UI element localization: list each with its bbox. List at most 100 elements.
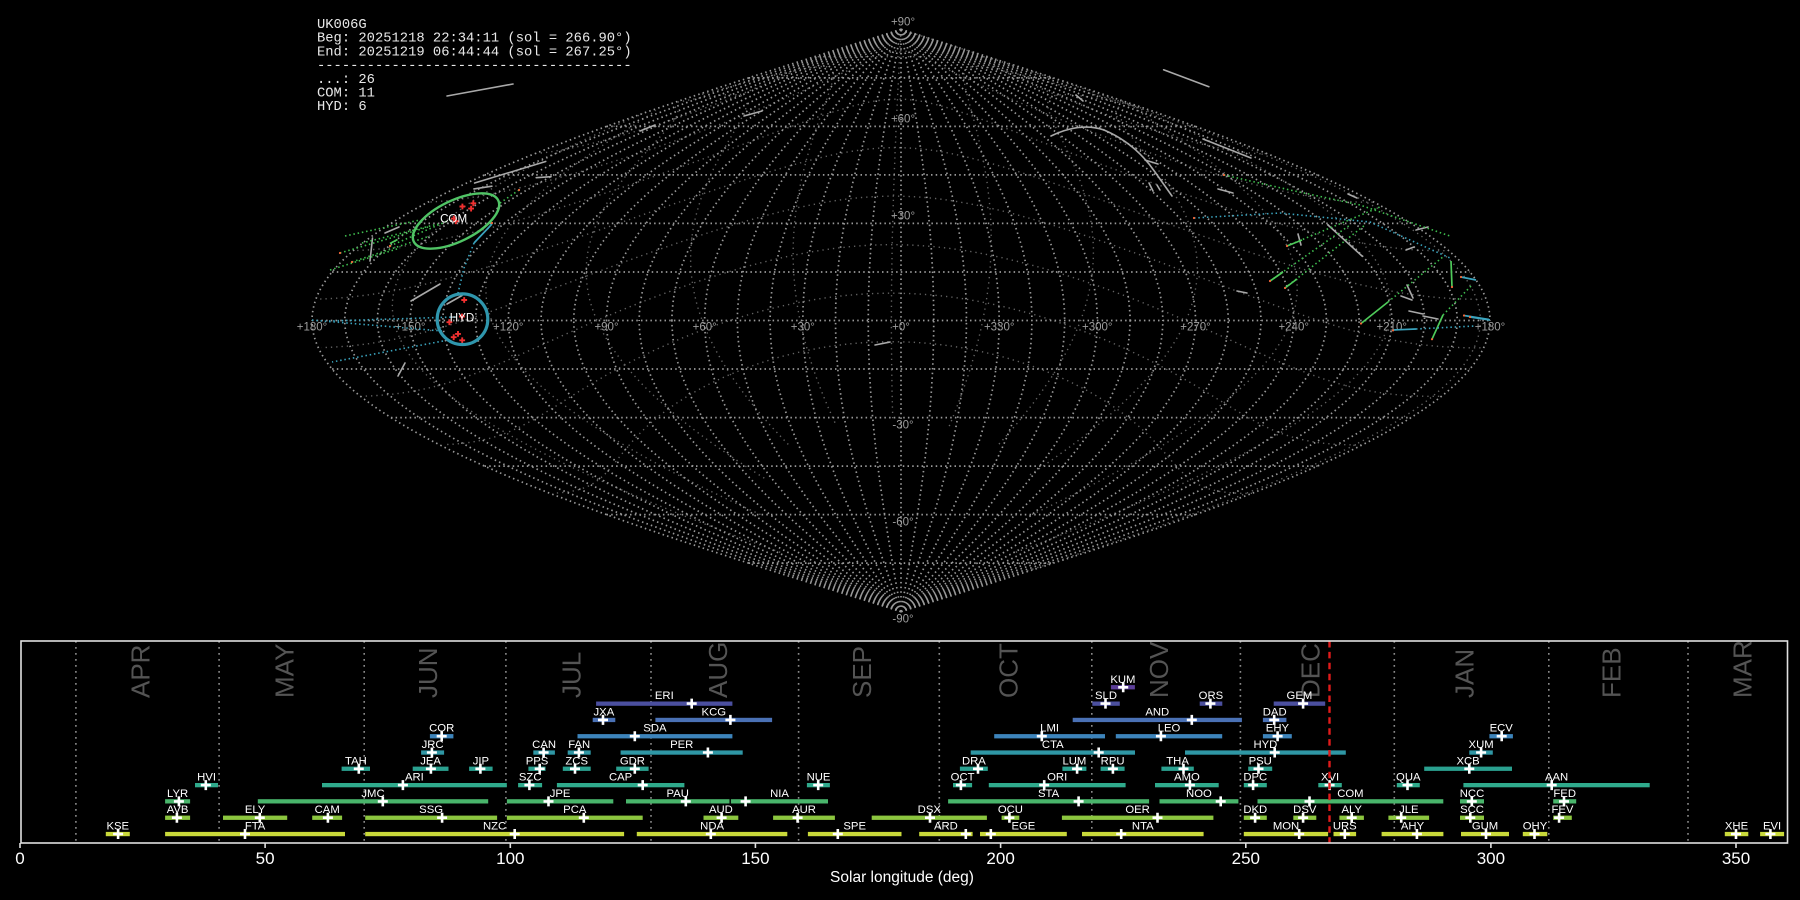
svg-text:Beg: 20251218 22:34:11 (sol =: Beg: 20251218 22:34:11 (sol = 266.90°) (317, 31, 632, 47)
svg-text:MON: MON (1273, 821, 1299, 833)
svg-text:TAH: TAH (345, 755, 367, 767)
svg-text:+90°: +90° (594, 322, 618, 334)
svg-text:DSV: DSV (1293, 804, 1317, 816)
svg-text:PSU: PSU (1249, 755, 1272, 767)
svg-text:+60°: +60° (891, 113, 915, 125)
svg-text:FED: FED (1553, 788, 1576, 800)
svg-text:150: 150 (741, 849, 769, 868)
svg-text:JUN: JUN (413, 647, 443, 698)
svg-text:SSG: SSG (419, 804, 443, 816)
svg-text:URS: URS (1333, 821, 1357, 833)
svg-text:SLD: SLD (1095, 690, 1117, 702)
svg-text:OCU: OCU (998, 804, 1023, 816)
svg-text:GEM: GEM (1287, 690, 1313, 702)
svg-text:XUM: XUM (1469, 739, 1494, 751)
svg-text:+180°: +180° (1475, 322, 1506, 334)
svg-text:HYD: HYD (450, 312, 474, 325)
svg-text:ZCS: ZCS (565, 755, 588, 767)
svg-text:AAN: AAN (1545, 772, 1568, 784)
svg-text:SCC: SCC (1460, 804, 1484, 816)
svg-text:OER: OER (1125, 804, 1149, 816)
svg-text:SEP: SEP (847, 646, 877, 698)
svg-text:HVI: HVI (197, 772, 216, 784)
svg-text:+60°: +60° (693, 322, 717, 334)
svg-text:HYD: HYD (1253, 739, 1277, 751)
svg-text:NZC: NZC (483, 821, 506, 833)
svg-text:NDA: NDA (700, 821, 724, 833)
svg-text:PAU: PAU (667, 788, 689, 800)
svg-text:PER: PER (670, 739, 693, 751)
svg-text:AMO: AMO (1174, 772, 1200, 784)
svg-text:+180°: +180° (297, 322, 328, 334)
svg-text:NOO: NOO (1186, 788, 1212, 800)
svg-text:XCB: XCB (1456, 755, 1479, 767)
svg-text:JLE: JLE (1399, 804, 1419, 816)
svg-text:JAN: JAN (1450, 649, 1480, 698)
svg-text:JUL: JUL (557, 652, 587, 698)
svg-text:ORI: ORI (1047, 772, 1067, 784)
svg-text:GDR: GDR (620, 755, 645, 767)
svg-text:FEB: FEB (1596, 647, 1626, 698)
svg-text:+210°: +210° (1377, 322, 1408, 334)
svg-text:AHY: AHY (1401, 821, 1425, 833)
svg-text:JMC: JMC (361, 788, 384, 800)
svg-text:350: 350 (1722, 849, 1750, 868)
svg-text:50: 50 (256, 849, 275, 868)
svg-text:NCC: NCC (1460, 788, 1484, 800)
svg-text:CAM: CAM (315, 804, 340, 816)
svg-text:CAP: CAP (609, 772, 632, 784)
svg-text:LUM: LUM (1062, 755, 1086, 767)
svg-text:-30°: -30° (892, 420, 913, 432)
svg-text:XHE: XHE (1725, 821, 1749, 833)
svg-text:Solar longitude (deg): Solar longitude (deg) (830, 869, 974, 886)
svg-text:FAN: FAN (568, 739, 590, 751)
svg-text:KUM: KUM (1110, 674, 1135, 686)
svg-text:HYD: 6: HYD: 6 (317, 100, 367, 115)
svg-text:AUG: AUG (703, 642, 733, 698)
svg-text:SPE: SPE (843, 821, 866, 833)
svg-text:NUE: NUE (807, 772, 831, 784)
svg-text:EGE: EGE (1011, 821, 1035, 833)
svg-text:SDA: SDA (643, 723, 667, 735)
svg-text:PPS: PPS (526, 755, 549, 767)
svg-text:KCG: KCG (702, 706, 726, 718)
svg-text:QUA: QUA (1396, 772, 1421, 784)
svg-text:ERI: ERI (655, 690, 674, 702)
svg-text:OHY: OHY (1523, 821, 1548, 833)
svg-text:+30°: +30° (791, 322, 815, 334)
svg-text:EVI: EVI (1763, 821, 1781, 833)
svg-text:ARD: ARD (934, 821, 958, 833)
svg-text:ORS: ORS (1199, 690, 1224, 702)
svg-text:CAN: CAN (532, 739, 556, 751)
svg-text:RPU: RPU (1101, 755, 1125, 767)
svg-text:FEV: FEV (1552, 804, 1574, 816)
svg-text:COM: COM (1337, 788, 1363, 800)
svg-text:NTA: NTA (1132, 821, 1154, 833)
svg-text:PCA: PCA (563, 804, 587, 816)
svg-text:MAR: MAR (1727, 640, 1757, 698)
svg-text:+120°: +120° (493, 322, 524, 334)
svg-text:AUD: AUD (709, 804, 733, 816)
svg-text:AND: AND (1145, 706, 1169, 718)
svg-text:LEO: LEO (1158, 723, 1181, 735)
svg-text:0: 0 (15, 849, 24, 868)
svg-text:+30°: +30° (891, 210, 915, 222)
svg-text:NIA: NIA (770, 788, 789, 800)
svg-text:JEA: JEA (420, 755, 441, 767)
svg-text:MAY: MAY (270, 644, 300, 698)
svg-text:+270°: +270° (1180, 322, 1211, 334)
svg-text:JPE: JPE (550, 788, 571, 800)
svg-text:200: 200 (986, 849, 1014, 868)
svg-text:KSE: KSE (106, 821, 129, 833)
svg-text:ALY: ALY (1341, 804, 1362, 816)
svg-text:300: 300 (1477, 849, 1505, 868)
svg-text:LYR: LYR (167, 788, 188, 800)
svg-text:100: 100 (496, 849, 524, 868)
svg-text:EHY: EHY (1266, 723, 1290, 735)
svg-text:End: 20251219 06:44:44 (sol =: End: 20251219 06:44:44 (sol = 267.25°) (317, 44, 632, 60)
svg-text:DPC: DPC (1243, 772, 1267, 784)
svg-text:FTA: FTA (245, 821, 266, 833)
svg-text:AUR: AUR (792, 804, 816, 816)
svg-text:COR: COR (429, 723, 454, 735)
svg-text:ARI: ARI (405, 772, 424, 784)
